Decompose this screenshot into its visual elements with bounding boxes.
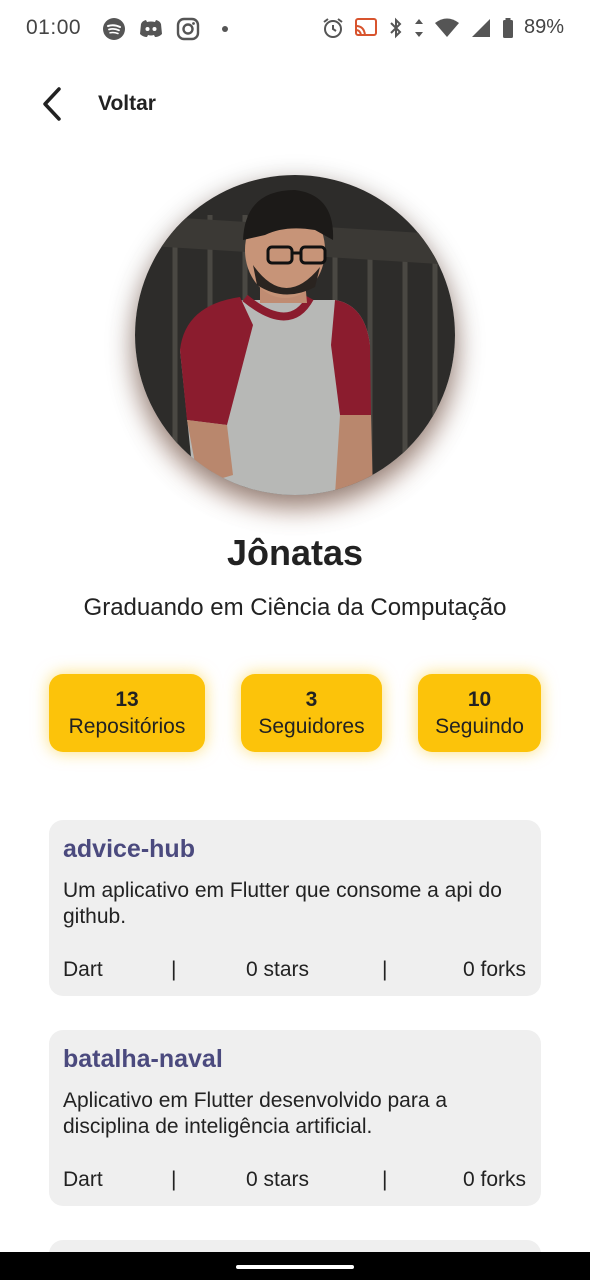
cast-icon <box>354 17 377 36</box>
stat-count: 3 <box>305 688 318 711</box>
repo-description: Um aplicativo em Flutter que consome a a… <box>63 879 502 928</box>
meta-separator: | <box>382 1168 388 1191</box>
repo-card[interactable]: advice-hub Um aplicativo em Flutter que … <box>49 820 541 996</box>
stat-followers-button[interactable]: 3 Seguidores <box>241 674 382 752</box>
meta-separator: | <box>171 1168 177 1191</box>
repo-name: batalha-naval <box>63 1045 223 1073</box>
repo-card[interactable]: batalha-naval Aplicativo em Flutter dese… <box>49 1030 541 1206</box>
repo-stars: 0 stars <box>246 1168 310 1191</box>
back-label[interactable]: Voltar <box>98 92 156 116</box>
data-arrows-icon <box>414 18 423 37</box>
stat-label: Repositórios <box>68 715 186 738</box>
stat-label: Seguidores <box>258 715 365 738</box>
alarm-icon <box>323 17 343 38</box>
bluetooth-icon <box>390 17 402 38</box>
profile-name: Jônatas <box>226 532 364 573</box>
stat-repositories-button[interactable]: 13 Repositórios <box>49 674 205 752</box>
repo-language: Dart <box>63 958 103 981</box>
repo-language: Dart <box>63 1168 103 1191</box>
discord-icon <box>140 20 162 37</box>
spotify-icon <box>103 18 125 40</box>
chevron-left-icon <box>43 87 61 121</box>
profile-bio: Graduando em Ciência da Computação <box>83 594 507 621</box>
repo-meta: Dart | 0 stars | 0 forks <box>63 958 526 984</box>
instagram-icon <box>176 17 200 41</box>
repo-forks: 0 forks <box>462 1168 526 1191</box>
meta-separator: | <box>382 958 388 981</box>
dot-icon <box>222 26 228 32</box>
repo-forks: 0 forks <box>462 958 526 981</box>
stat-following-button[interactable]: 10 Seguindo <box>418 674 541 752</box>
signal-icon <box>471 18 490 37</box>
repo-stars: 0 stars <box>246 958 310 981</box>
wifi-icon <box>434 18 459 37</box>
battery-level: 89% <box>523 16 564 38</box>
back-row[interactable]: Voltar <box>40 84 156 124</box>
stat-label: Seguindo <box>435 715 524 738</box>
meta-separator: | <box>171 958 177 981</box>
status-bar: 01:00 89% <box>0 0 590 60</box>
status-time: 01:00 <box>26 16 82 39</box>
avatar <box>135 175 455 495</box>
system-nav-bar <box>0 1252 590 1280</box>
back-button[interactable] <box>40 84 80 124</box>
home-gesture-handle[interactable] <box>236 1265 354 1269</box>
repo-description: Aplicativo em Flutter desenvolvido para … <box>63 1089 448 1138</box>
battery-icon <box>502 17 513 38</box>
stat-count: 10 <box>467 688 492 711</box>
repo-meta: Dart | 0 stars | 0 forks <box>63 1168 526 1194</box>
stat-count: 13 <box>115 688 139 711</box>
repo-name: advice-hub <box>63 835 195 863</box>
